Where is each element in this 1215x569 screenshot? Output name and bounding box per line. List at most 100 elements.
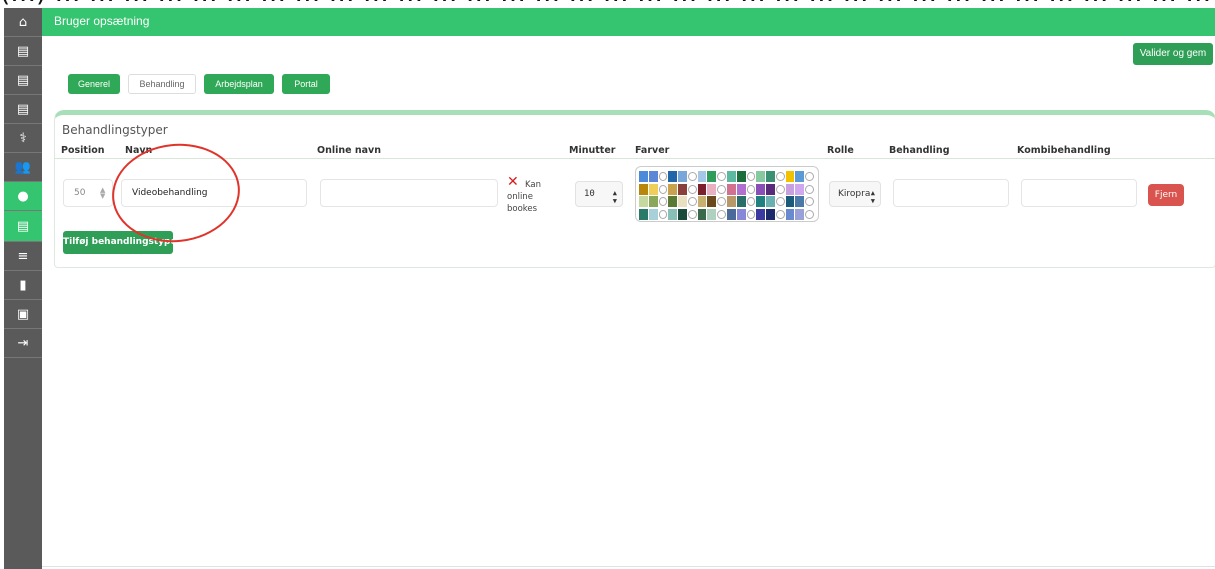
stepper-arrows-icon[interactable]: ▲ ▼ xyxy=(100,187,106,200)
color-swatch[interactable] xyxy=(678,208,687,220)
color-swatch[interactable] xyxy=(727,183,736,195)
color-swatch[interactable] xyxy=(756,208,766,220)
color-radio[interactable] xyxy=(775,172,785,181)
color-swatch[interactable] xyxy=(648,183,658,195)
color-swatch[interactable] xyxy=(707,171,717,182)
color-swatch[interactable] xyxy=(736,183,746,195)
tab-behandling[interactable]: Behandling xyxy=(128,74,196,94)
treatment-input[interactable] xyxy=(893,179,1009,207)
remove-button[interactable]: Fjern xyxy=(1148,184,1184,206)
color-swatch[interactable] xyxy=(668,183,678,195)
color-swatch[interactable] xyxy=(639,196,648,207)
color-radio[interactable] xyxy=(717,172,727,181)
color-radio[interactable] xyxy=(746,209,756,219)
color-radio[interactable] xyxy=(658,184,668,194)
sidebar-item-clipboard-active[interactable]: ▤ xyxy=(4,211,42,242)
color-swatch[interactable] xyxy=(785,183,795,195)
color-swatch[interactable] xyxy=(707,196,717,207)
color-radio[interactable] xyxy=(805,209,815,219)
sidebar-item-file[interactable]: ▮ xyxy=(4,271,42,300)
color-swatch[interactable] xyxy=(697,171,707,182)
validate-and-save-button[interactable]: Valider og gem xyxy=(1133,43,1213,65)
tab-generel[interactable]: Generel xyxy=(68,74,120,94)
color-radio[interactable] xyxy=(687,197,697,206)
color-swatch[interactable] xyxy=(639,171,648,182)
minutes-select[interactable]: 10 ▲ ▼ xyxy=(575,181,623,207)
color-swatch[interactable] xyxy=(707,183,717,195)
tab-arbejdsplan[interactable]: Arbejdsplan xyxy=(204,74,274,94)
color-radio[interactable] xyxy=(805,172,815,181)
color-swatch[interactable] xyxy=(756,183,766,195)
color-swatch[interactable] xyxy=(795,183,805,195)
color-swatch[interactable] xyxy=(795,208,805,220)
color-radio[interactable] xyxy=(658,172,668,181)
color-swatch[interactable] xyxy=(756,171,766,182)
color-swatch[interactable] xyxy=(668,208,678,220)
color-radio[interactable] xyxy=(775,184,785,194)
color-radio[interactable] xyxy=(746,172,756,181)
color-swatch[interactable] xyxy=(727,196,736,207)
online-name-input[interactable] xyxy=(320,179,498,207)
color-swatch[interactable] xyxy=(648,196,658,207)
color-swatch[interactable] xyxy=(678,196,687,207)
sidebar-item-home[interactable]: ⌂ xyxy=(4,8,42,37)
color-swatch[interactable] xyxy=(639,183,648,195)
color-radio[interactable] xyxy=(717,184,727,194)
color-swatch[interactable] xyxy=(736,171,746,182)
color-radio[interactable] xyxy=(805,184,815,194)
color-swatch[interactable] xyxy=(756,196,766,207)
sidebar-item-archive[interactable]: ▣ xyxy=(4,300,42,329)
position-input[interactable]: 50 ▲ ▼ xyxy=(63,179,113,207)
color-radio[interactable] xyxy=(717,209,727,219)
color-swatch[interactable] xyxy=(736,196,746,207)
color-radio[interactable] xyxy=(805,197,815,206)
color-swatch[interactable] xyxy=(795,171,805,182)
color-radio[interactable] xyxy=(775,209,785,219)
sidebar-item-clipboard-2[interactable]: ▤ xyxy=(4,66,42,95)
color-radio[interactable] xyxy=(717,197,727,206)
color-swatch[interactable] xyxy=(668,171,678,182)
color-swatch[interactable] xyxy=(648,208,658,220)
color-radio[interactable] xyxy=(687,172,697,181)
color-swatch[interactable] xyxy=(785,208,795,220)
tab-portal[interactable]: Portal xyxy=(282,74,330,94)
add-treatment-type-button[interactable]: Tilføj behandlingstype xyxy=(63,231,173,254)
color-radio[interactable] xyxy=(775,197,785,206)
color-swatch[interactable] xyxy=(736,208,746,220)
role-select[interactable]: Kiropra ▲ ▼ xyxy=(829,181,881,207)
color-radio[interactable] xyxy=(687,184,697,194)
color-swatch[interactable] xyxy=(648,171,658,182)
color-swatch[interactable] xyxy=(639,208,648,220)
color-radio[interactable] xyxy=(746,184,756,194)
color-swatch[interactable] xyxy=(668,196,678,207)
color-swatch[interactable] xyxy=(727,171,736,182)
sidebar-item-chat[interactable]: ● xyxy=(4,182,42,211)
color-swatch[interactable] xyxy=(785,196,795,207)
color-swatch[interactable] xyxy=(727,208,736,220)
sidebar-item-clipboard-1[interactable]: ▤ xyxy=(4,37,42,66)
color-swatch[interactable] xyxy=(678,171,687,182)
color-radio[interactable] xyxy=(658,197,668,206)
combo-treatment-input[interactable] xyxy=(1021,179,1137,207)
sidebar-item-medical[interactable]: ⚕ xyxy=(4,124,42,153)
sidebar-item-list[interactable]: ≡ xyxy=(4,242,42,271)
color-swatch[interactable] xyxy=(785,171,795,182)
sidebar-item-logout[interactable]: ⇥ xyxy=(4,329,42,358)
color-swatch[interactable] xyxy=(697,196,707,207)
color-swatch[interactable] xyxy=(678,183,687,195)
color-swatch[interactable] xyxy=(697,208,707,220)
color-swatch[interactable] xyxy=(766,208,775,220)
sidebar-item-users[interactable]: 👥 xyxy=(4,153,42,182)
color-swatch[interactable] xyxy=(766,183,775,195)
color-swatch[interactable] xyxy=(697,183,707,195)
color-swatch[interactable] xyxy=(707,208,717,220)
color-swatch[interactable] xyxy=(766,171,775,182)
sidebar-item-clipboard-3[interactable]: ▤ xyxy=(4,95,42,124)
color-radio[interactable] xyxy=(687,209,697,219)
name-input[interactable]: Videobehandling xyxy=(121,179,307,207)
color-swatch[interactable] xyxy=(766,196,775,207)
header-role: Rolle xyxy=(827,145,854,156)
color-radio[interactable] xyxy=(746,197,756,206)
color-radio[interactable] xyxy=(658,209,668,219)
color-swatch[interactable] xyxy=(795,196,805,207)
